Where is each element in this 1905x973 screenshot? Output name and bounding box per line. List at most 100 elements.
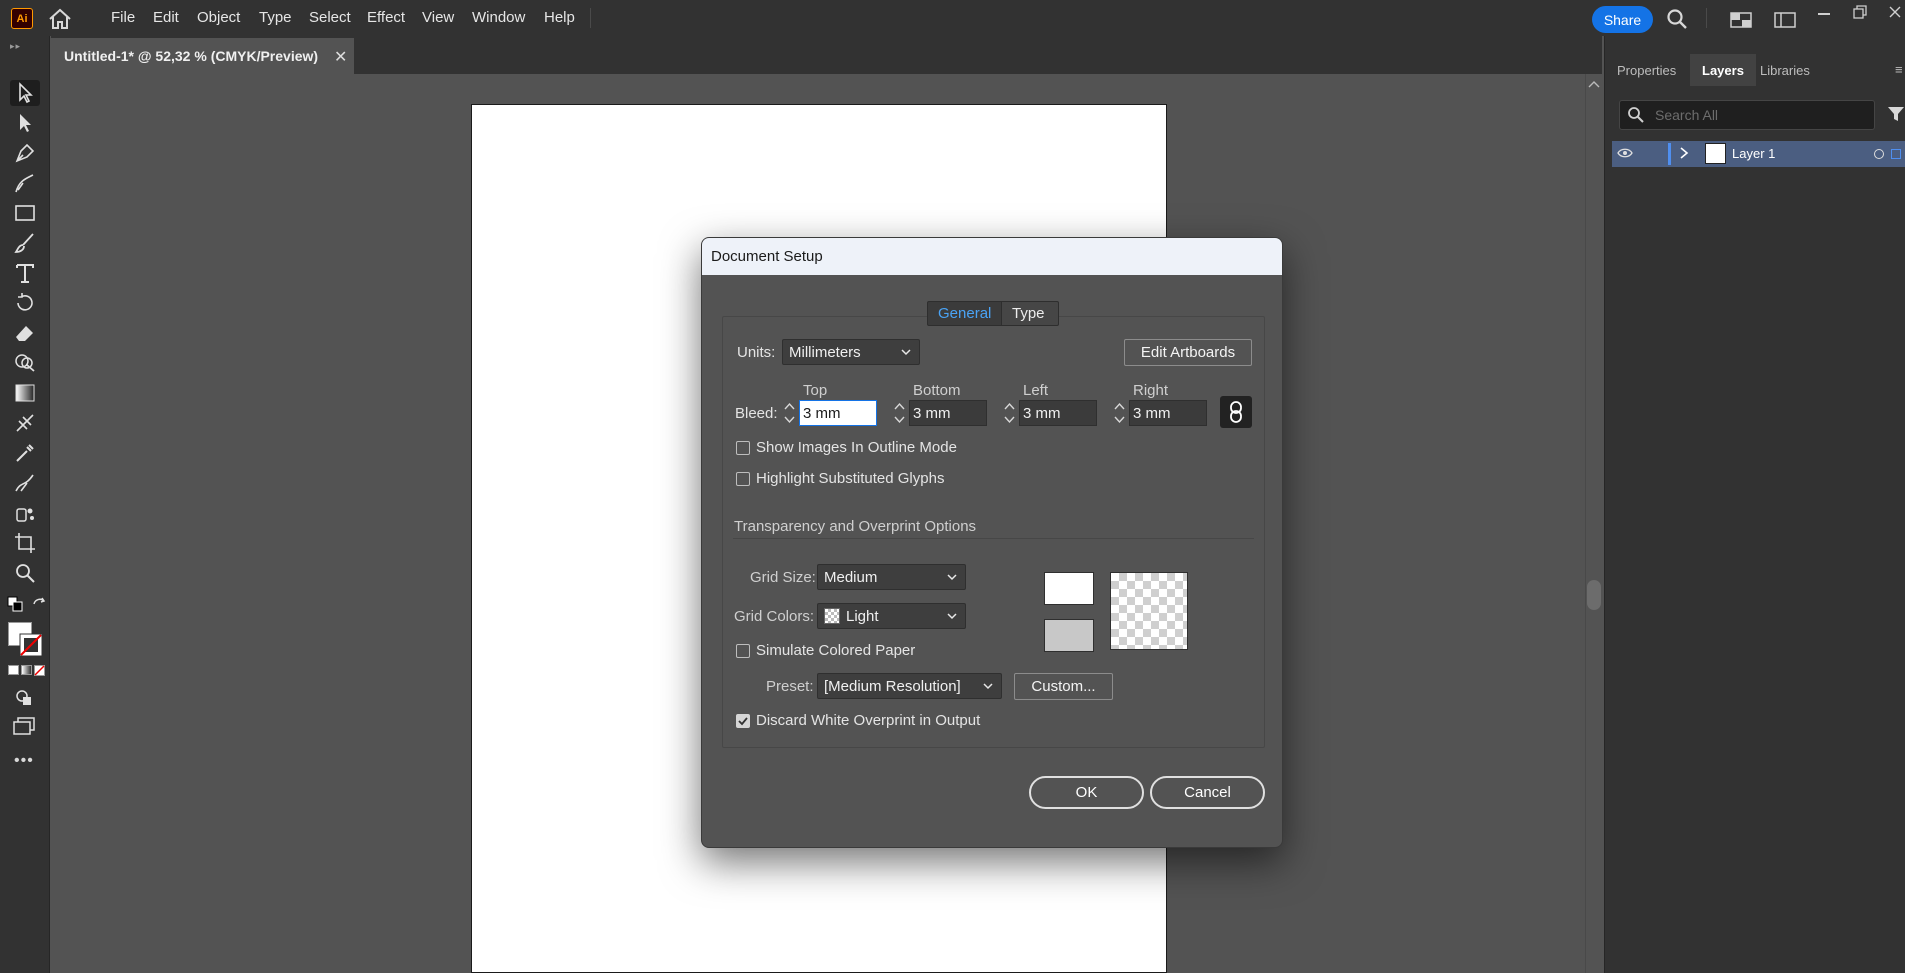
none-mode-icon[interactable]: [34, 665, 45, 676]
expand-layer-icon[interactable]: [1679, 147, 1689, 159]
menu-type[interactable]: Type: [259, 9, 292, 26]
chevron-down-icon: [947, 574, 957, 581]
eraser-tool[interactable]: [10, 320, 40, 346]
discard-white-label: Discard White Overprint in Output: [756, 712, 981, 729]
mesh-tool[interactable]: [10, 410, 40, 436]
ok-button[interactable]: OK: [1029, 776, 1144, 809]
shape-builder-tool[interactable]: [10, 350, 40, 376]
units-label: Units:: [737, 344, 776, 361]
tab-general[interactable]: General: [927, 301, 1002, 326]
simulate-paper-checkbox[interactable]: [736, 644, 750, 658]
grid-color-swatch-dark[interactable]: [1044, 619, 1094, 652]
preset-value: [Medium Resolution]: [824, 677, 961, 695]
right-panel: [1604, 36, 1905, 973]
edit-artboards-button[interactable]: Edit Artboards: [1124, 339, 1252, 366]
search-icon[interactable]: [1666, 8, 1688, 30]
rotate-tool[interactable]: [10, 290, 40, 316]
bleed-bottom-stepper[interactable]: [891, 400, 908, 426]
close-tab-icon[interactable]: ✕: [334, 47, 347, 67]
scrollbar-thumb[interactable]: [1587, 580, 1601, 610]
gradient-tool[interactable]: [10, 380, 40, 406]
home-icon[interactable]: [48, 8, 72, 30]
units-select[interactable]: Millimeters: [782, 339, 920, 365]
link-bleed-button[interactable]: [1220, 396, 1252, 428]
close-window-icon[interactable]: [1889, 6, 1901, 18]
filter-icon[interactable]: [1887, 105, 1905, 123]
paintbrush-tool[interactable]: [10, 230, 40, 256]
gradient-mode-icon[interactable]: [21, 665, 32, 675]
custom-button[interactable]: Custom...: [1014, 673, 1113, 700]
bleed-right-input[interactable]: 3 mm: [1129, 400, 1207, 426]
type-tool[interactable]: [10, 260, 40, 286]
show-images-outline-checkbox[interactable]: [736, 441, 750, 455]
scroll-up-icon[interactable]: [1588, 80, 1600, 88]
bleed-top-input[interactable]: 3 mm: [799, 400, 877, 426]
blend-tool[interactable]: [10, 470, 40, 496]
panel-grip[interactable]: ▸▸: [10, 41, 21, 52]
direct-selection-tool[interactable]: [10, 110, 40, 136]
tab-properties[interactable]: Properties: [1605, 54, 1688, 86]
bleed-bottom-input[interactable]: 3 mm: [909, 400, 987, 426]
discard-white-checkbox[interactable]: [736, 714, 750, 728]
cancel-button[interactable]: Cancel: [1150, 776, 1265, 809]
restore-icon[interactable]: [1853, 5, 1867, 19]
eyedropper-tool[interactable]: [10, 440, 40, 466]
bleed-left-stepper[interactable]: [1001, 400, 1018, 426]
stroke-none-swatch[interactable]: [19, 633, 43, 657]
direct-selection-icon: [20, 114, 31, 132]
curvature-tool[interactable]: [10, 170, 40, 196]
bleed-right-label: Right: [1133, 382, 1169, 399]
layer-target-icon[interactable]: [1874, 149, 1884, 159]
screen-mode-icon[interactable]: [12, 716, 36, 736]
menu-effect[interactable]: Effect: [367, 9, 405, 26]
grid-colors-select[interactable]: Light: [817, 603, 966, 629]
document-tab[interactable]: Untitled-1* @ 52,32 % (CMYK/Preview): [51, 38, 354, 74]
default-colors-icon[interactable]: [7, 596, 23, 612]
bleed-bottom-value: 3 mm: [913, 404, 951, 422]
tab-libraries[interactable]: Libraries: [1748, 54, 1822, 86]
vertical-scrollbar[interactable]: [1585, 74, 1602, 973]
rectangle-tool[interactable]: [10, 200, 40, 226]
menu-window[interactable]: Window: [472, 9, 525, 26]
symbol-sprayer-tool[interactable]: [10, 500, 40, 526]
layer-selection-indicator[interactable]: [1891, 149, 1901, 159]
rotate-icon: [17, 293, 33, 311]
menu-divider: [1706, 8, 1707, 28]
menu-edit[interactable]: Edit: [153, 9, 179, 26]
tab-layers[interactable]: Layers: [1690, 54, 1756, 86]
menu-help[interactable]: Help: [544, 9, 575, 26]
selection-tool[interactable]: [10, 80, 40, 106]
menu-select[interactable]: Select: [309, 9, 351, 26]
menu-view[interactable]: View: [422, 9, 454, 26]
menu-object[interactable]: Object: [197, 9, 240, 26]
dialog-title: Document Setup: [711, 248, 823, 265]
grid-size-select[interactable]: Medium: [817, 564, 966, 590]
zoom-tool[interactable]: [10, 560, 40, 586]
more-tools-icon[interactable]: •••: [14, 752, 34, 770]
artboard-tool[interactable]: [10, 530, 40, 556]
preset-select[interactable]: [Medium Resolution]: [817, 673, 1002, 699]
menu-file[interactable]: File: [111, 9, 135, 26]
color-mode-icon[interactable]: [8, 665, 19, 675]
layer-color-marker: [1668, 143, 1671, 165]
layer-name[interactable]: Layer 1: [1732, 146, 1775, 161]
pen-tool[interactable]: [10, 140, 40, 166]
grid-color-swatch-light[interactable]: [1044, 572, 1094, 605]
arrange-documents-icon[interactable]: [1730, 12, 1752, 28]
highlight-glyphs-checkbox[interactable]: [736, 472, 750, 486]
minimize-icon[interactable]: [1818, 13, 1830, 15]
bleed-left-input[interactable]: 3 mm: [1019, 400, 1097, 426]
share-button[interactable]: Share: [1592, 6, 1653, 33]
bleed-right-stepper[interactable]: [1111, 400, 1128, 426]
workspace-switcher-icon[interactable]: [1774, 12, 1796, 28]
bleed-top-stepper[interactable]: [781, 400, 798, 426]
tab-type[interactable]: Type: [1001, 301, 1059, 326]
preset-label: Preset:: [766, 678, 814, 695]
rectangle-icon: [15, 205, 35, 221]
draw-mode-icon[interactable]: [14, 688, 34, 708]
shape-builder-icon: [15, 354, 35, 372]
highlight-glyphs-label: Highlight Substituted Glyphs: [756, 470, 945, 487]
swap-colors-icon[interactable]: [31, 596, 47, 612]
panel-menu-icon[interactable]: ≡: [1895, 62, 1903, 77]
visibility-eye-icon[interactable]: [1617, 147, 1633, 159]
